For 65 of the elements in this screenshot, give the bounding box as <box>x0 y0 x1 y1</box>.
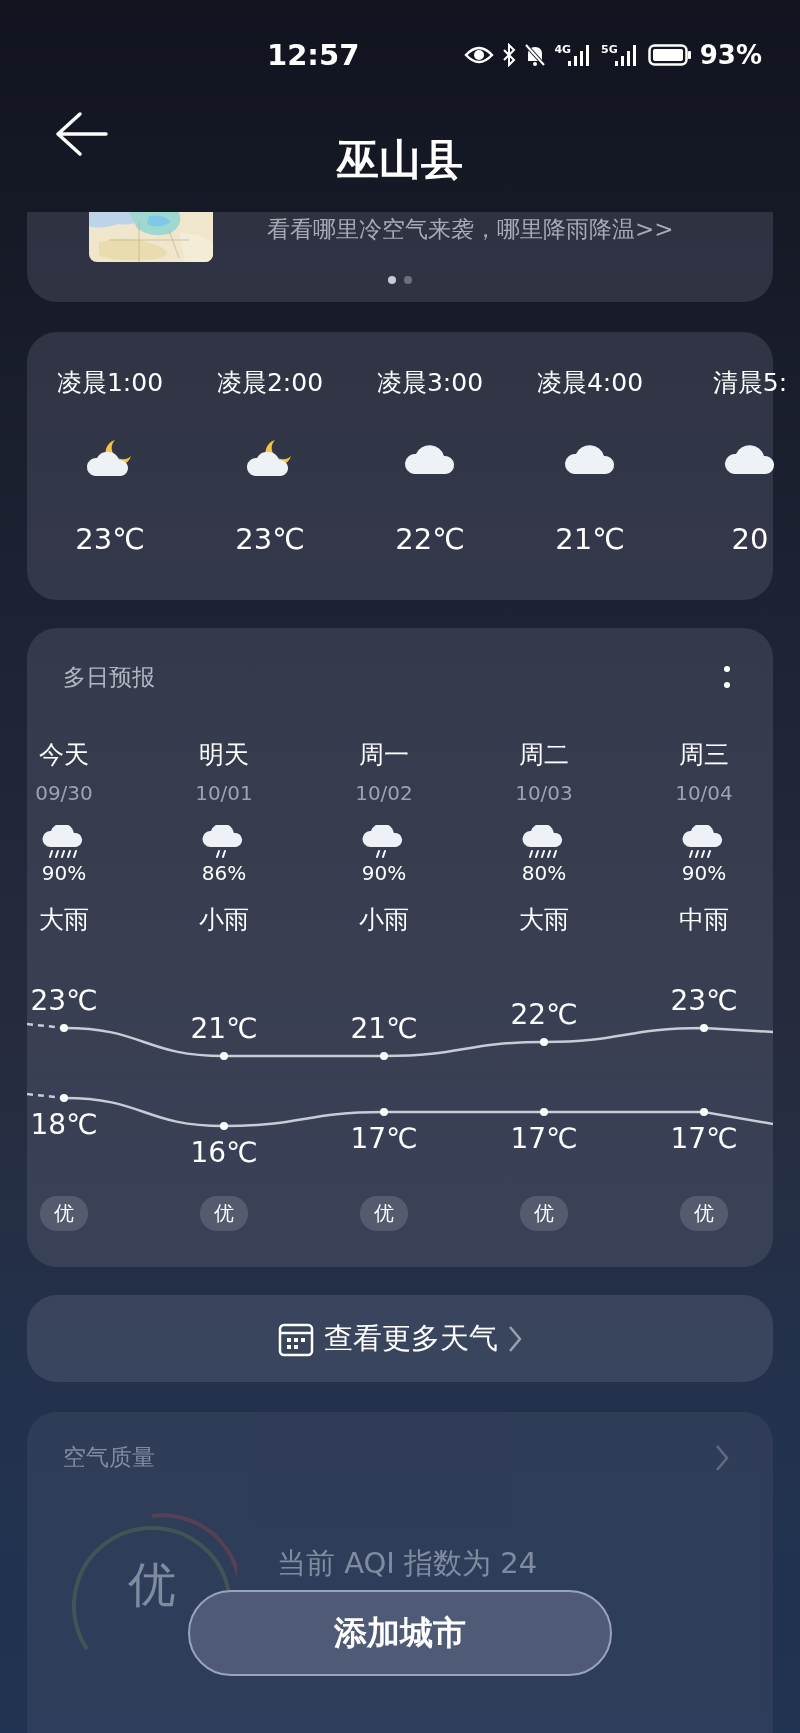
hour-temperature: 21℃ <box>555 522 625 556</box>
day-name: 明天 <box>199 739 249 771</box>
add-city-button[interactable]: 添加城市 <box>188 1590 612 1676</box>
aqi-description: 当前 AQI 指数为 24 <box>277 1545 538 1582</box>
chevron-right-icon <box>508 1324 522 1353</box>
hour-label: 凌晨2:00 <box>216 367 324 399</box>
low-temperature: 17℃ <box>510 1122 578 1155</box>
promo-text[interactable]: 看看哪里冷空气来袭，哪里降雨降温>> <box>267 214 674 245</box>
city-title: 巫山县 <box>335 134 464 186</box>
aqi-badge: 优 <box>520 1196 568 1231</box>
muted-bell-icon <box>524 43 547 67</box>
high-temperature: 23℃ <box>30 984 98 1017</box>
low-temperature: 18℃ <box>30 1108 98 1141</box>
low-temperature: 17℃ <box>350 1122 418 1155</box>
aqi-badge: 优 <box>360 1196 408 1231</box>
eye-icon <box>464 45 495 65</box>
hour-label: 凌晨3:00 <box>376 367 484 399</box>
date-label: 09/30 <box>35 781 93 805</box>
section-title: 多日预报 <box>63 662 155 692</box>
day-name: 周一 <box>359 739 409 771</box>
clock-time: 12:57 <box>267 38 360 72</box>
aqi-grade: 优 <box>127 1555 177 1614</box>
weather-condition: 中雨 <box>679 904 729 936</box>
hour-label: 凌晨4:00 <box>536 367 644 399</box>
high-temperature: 22℃ <box>510 998 578 1031</box>
hour-temperature: 20 <box>731 522 769 556</box>
more-weather-button[interactable]: 查看更多天气 <box>27 1295 773 1382</box>
weather-condition: 大雨 <box>39 904 89 936</box>
day-name: 今天 <box>39 739 89 771</box>
low-temperature: 17℃ <box>670 1122 738 1155</box>
high-temperature: 21℃ <box>190 1012 258 1045</box>
hour-temperature: 23℃ <box>75 522 145 556</box>
battery-icon <box>647 43 692 67</box>
hour-temperature: 22℃ <box>395 522 465 556</box>
date-label: 10/04 <box>675 781 733 805</box>
aqi-badge: 优 <box>40 1196 88 1231</box>
date-label: 10/03 <box>515 781 573 805</box>
precipitation-chance: 90% <box>681 861 727 885</box>
high-temperature: 23℃ <box>670 984 738 1017</box>
hour-temperature: 23℃ <box>235 522 305 556</box>
precipitation-chance: 90% <box>361 861 407 885</box>
network-label: 4G <box>554 43 572 56</box>
weather-condition: 小雨 <box>199 904 249 936</box>
weather-condition: 大雨 <box>519 904 569 936</box>
weather-condition: 小雨 <box>359 904 409 936</box>
more-options-icon[interactable] <box>723 664 731 690</box>
precipitation-chance: 80% <box>521 861 567 885</box>
day-name: 周三 <box>679 739 729 771</box>
battery-percentage: 93% <box>699 40 762 70</box>
precipitation-chance: 86% <box>201 861 247 885</box>
bluetooth-icon <box>502 43 517 67</box>
chevron-right-icon <box>715 1443 729 1472</box>
aqi-badge: 优 <box>680 1196 728 1231</box>
precipitation-chance: 90% <box>41 861 87 885</box>
network-label: 5G <box>601 43 618 56</box>
hour-label: 凌晨1:00 <box>56 367 164 399</box>
aqi-badge: 优 <box>200 1196 248 1231</box>
section-title: 空气质量 <box>63 1443 155 1472</box>
high-temperature: 21℃ <box>350 1012 418 1045</box>
map-card[interactable]: 看看哪里冷空气来袭，哪里降雨降温>> <box>27 212 773 302</box>
low-temperature: 16℃ <box>190 1136 258 1166</box>
date-label: 10/02 <box>355 781 413 805</box>
date-label: 10/01 <box>195 781 253 805</box>
day-name: 周二 <box>519 739 569 771</box>
hour-label: 清晨5: <box>712 367 788 399</box>
